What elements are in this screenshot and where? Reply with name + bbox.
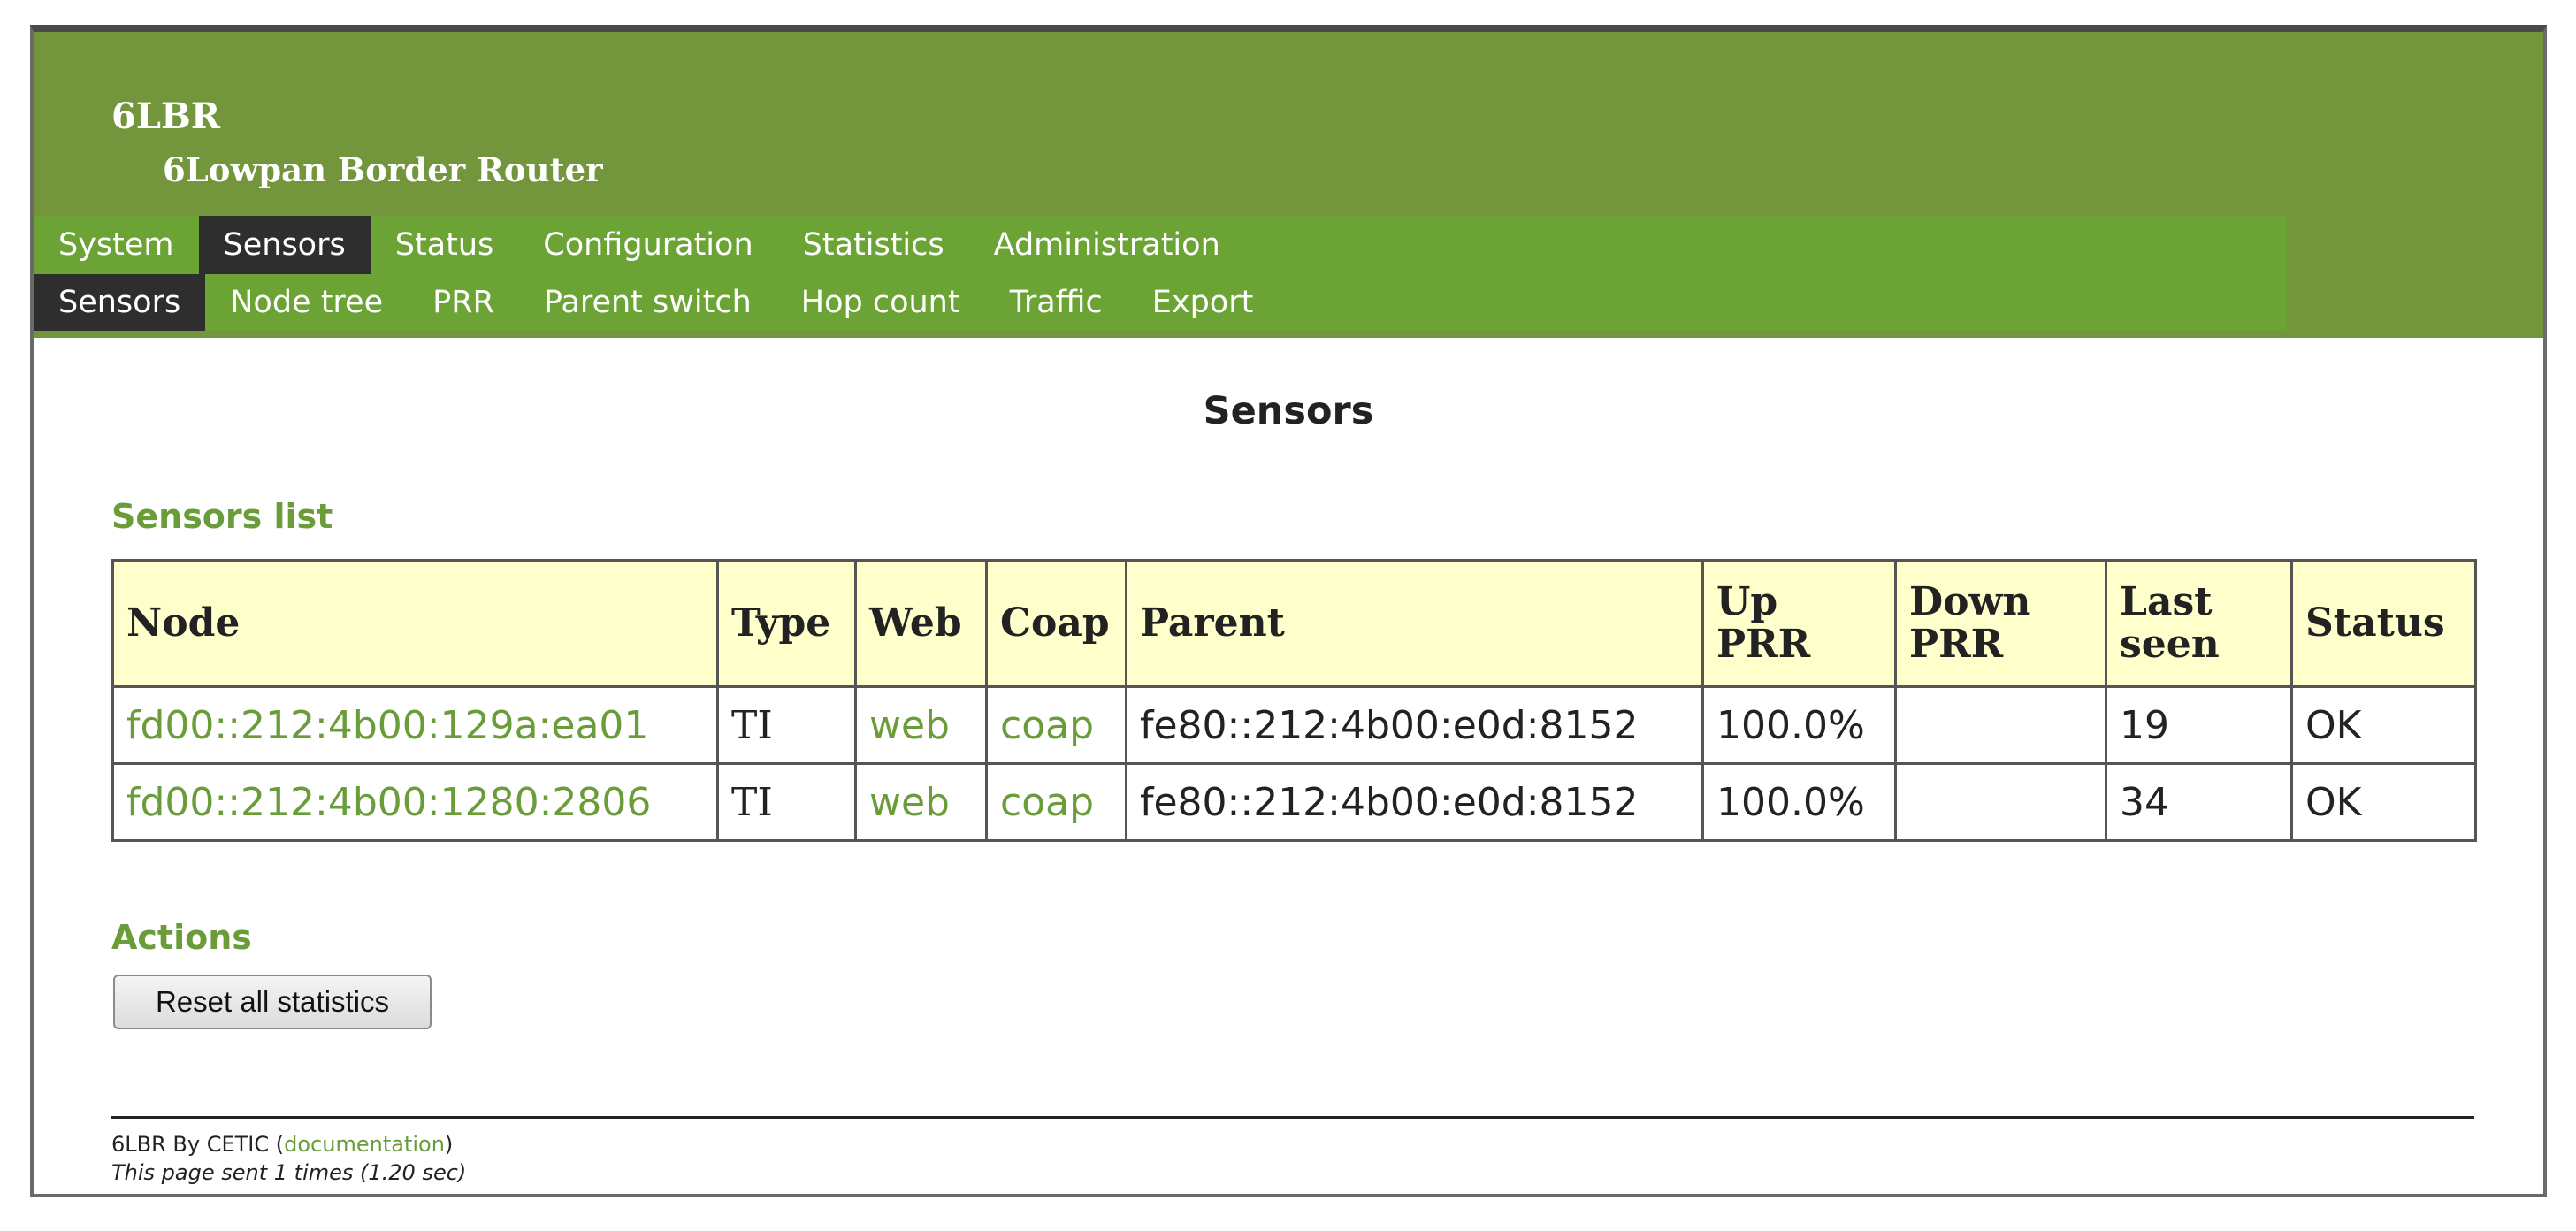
web-cell: web (854, 685, 988, 765)
menu-status[interactable]: Status (371, 216, 519, 274)
web-link[interactable]: web (869, 780, 950, 825)
node-cell: fd00::212:4b00:129a:ea01 (111, 685, 719, 765)
node-cell: fd00::212:4b00:1280:2806 (111, 762, 719, 842)
col-header-status: Status (2290, 559, 2477, 688)
actions-heading: Actions (111, 918, 252, 957)
type-cell: TI (716, 685, 857, 765)
documentation-link[interactable]: documentation (284, 1132, 445, 1157)
submenu-traffic[interactable]: Traffic (985, 274, 1127, 331)
menu-system[interactable]: System (34, 216, 199, 274)
parent-cell: fe80::212:4b00:e0d:8152 (1125, 685, 1704, 765)
parent-cell: fe80::212:4b00:e0d:8152 (1125, 762, 1704, 842)
submenu-sensors[interactable]: Sensors (34, 274, 206, 331)
sub-menu: Sensors Node tree PRR Parent switch Hop … (34, 274, 2287, 331)
footer-credit-text: 6LBR By CETIC (111, 1132, 270, 1157)
up-prr-cell: 100.0% (1701, 762, 1897, 842)
table-row: fd00::212:4b00:129a:ea01 TI web coap fe8… (111, 685, 2477, 765)
submenu-parent-switch[interactable]: Parent switch (519, 274, 776, 331)
node-link[interactable]: fd00::212:4b00:1280:2806 (126, 780, 651, 825)
submenu-hop-count[interactable]: Hop count (776, 274, 985, 331)
footer-sent-info: This page sent 1 times (1.20 sec) (111, 1160, 467, 1185)
reset-statistics-button[interactable]: Reset all statistics (113, 975, 432, 1029)
coap-cell: coap (985, 762, 1127, 842)
up-prr-cell: 100.0% (1701, 685, 1897, 765)
sensors-list-heading: Sensors list (111, 497, 333, 536)
menu-administration[interactable]: Administration (969, 216, 1245, 274)
col-header-parent: Parent (1125, 559, 1704, 688)
submenu-prr[interactable]: PRR (408, 274, 519, 331)
sensors-table: Node Type Web Coap Parent Up PRR Down PR… (111, 559, 2477, 842)
last-seen-cell: 34 (2105, 762, 2293, 842)
main-menu: System Sensors Status Configuration Stat… (34, 216, 2287, 274)
browser-page: 6LBR 6Lowpan Border Router System Sensor… (30, 25, 2547, 1197)
page-title: Sensors (1203, 389, 1374, 433)
menu-sensors[interactable]: Sensors (198, 216, 371, 274)
footer-doc-open: ( (275, 1132, 285, 1157)
col-header-down-prr: Down PRR (1894, 559, 2107, 688)
header-banner: 6LBR 6Lowpan Border Router System Sensor… (34, 32, 2543, 338)
type-cell: TI (716, 762, 857, 842)
status-cell: OK (2290, 762, 2477, 842)
coap-link[interactable]: coap (1000, 780, 1094, 825)
col-header-last-seen: Last seen (2105, 559, 2293, 688)
col-header-web: Web (854, 559, 988, 688)
col-header-node: Node (111, 559, 719, 688)
footer-credit: 6LBR By CETIC (documentation) (111, 1132, 453, 1157)
submenu-export[interactable]: Export (1127, 274, 1279, 331)
table-header-row: Node Type Web Coap Parent Up PRR Down PR… (111, 559, 2477, 688)
menu-statistics[interactable]: Statistics (778, 216, 969, 274)
coap-cell: coap (985, 685, 1127, 765)
last-seen-cell: 19 (2105, 685, 2293, 765)
app-subtitle: 6Lowpan Border Router (163, 150, 603, 189)
col-header-up-prr: Up PRR (1701, 559, 1897, 688)
col-header-type: Type (716, 559, 857, 688)
down-prr-cell (1894, 685, 2107, 765)
table-row: fd00::212:4b00:1280:2806 TI web coap fe8… (111, 762, 2477, 842)
node-link[interactable]: fd00::212:4b00:129a:ea01 (126, 703, 648, 748)
app-title: 6LBR (111, 96, 221, 137)
footer-doc-close: ) (444, 1132, 454, 1157)
col-header-coap: Coap (985, 559, 1127, 688)
web-link[interactable]: web (869, 703, 950, 748)
coap-link[interactable]: coap (1000, 703, 1094, 748)
submenu-node-tree[interactable]: Node tree (205, 274, 408, 331)
down-prr-cell (1894, 762, 2107, 842)
status-cell: OK (2290, 685, 2477, 765)
web-cell: web (854, 762, 988, 842)
menu-configuration[interactable]: Configuration (518, 216, 777, 274)
footer-divider (111, 1116, 2474, 1119)
